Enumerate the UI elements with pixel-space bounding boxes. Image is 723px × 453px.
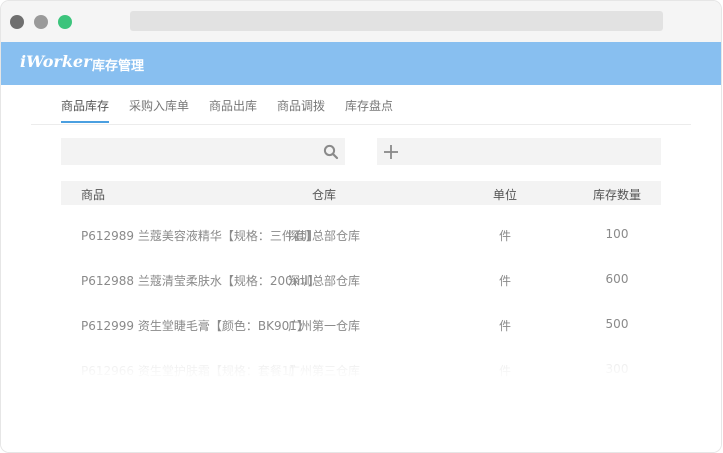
tab-stocktaking[interactable]: 库存盘点 xyxy=(345,97,393,114)
search-box xyxy=(61,138,345,165)
cell-quantity: 100 xyxy=(605,227,629,241)
window-maximize-dot[interactable] xyxy=(58,15,72,29)
tab-bar: 商品库存 采购入库单 商品出库 商品调拨 库存盘点 xyxy=(31,85,691,125)
column-header-product[interactable]: 商品 xyxy=(81,186,105,203)
cell-unit: 件 xyxy=(498,364,511,378)
add-item-button[interactable] xyxy=(377,138,661,165)
tab-product-transfer[interactable]: 商品调拨 xyxy=(277,97,325,114)
cell-warehouse: 深圳总部仓库 xyxy=(287,229,360,243)
cell-quantity: 600 xyxy=(605,272,629,286)
cell-quantity: 300 xyxy=(605,362,629,376)
cell-warehouse: 广州第三仓库 xyxy=(287,364,360,378)
page-title: 库存管理 xyxy=(92,59,145,74)
table-row[interactable]: P612966 资生堂护肤霜【规格：套餐1】 广州第三仓库 件 300 xyxy=(61,362,661,407)
search-input[interactable] xyxy=(61,138,331,165)
browser-window: iWorker 库存管理 商品库存 采购入库单 商品出库 商品调拨 库存盘点 商… xyxy=(1,1,721,452)
column-header-warehouse[interactable]: 仓库 xyxy=(284,186,364,203)
cell-unit: 件 xyxy=(498,274,511,288)
cell-quantity: 500 xyxy=(605,317,629,331)
tab-purchase-inbound[interactable]: 采购入库单 xyxy=(129,97,189,114)
table-header: 商品 仓库 单位 库存数量 xyxy=(61,181,661,205)
app-header: iWorker 库存管理 xyxy=(1,42,721,85)
plus-icon xyxy=(383,144,399,160)
cell-warehouse: 广州第一仓库 xyxy=(287,319,360,333)
table-row[interactable]: P612989 兰蔻美容液精华【规格：三件套】 深圳总部仓库 件 100 xyxy=(61,227,661,272)
table-row[interactable]: P612999 资生堂睫毛膏【颜色：BK901】 广州第一仓库 件 500 xyxy=(61,317,661,362)
active-tab-indicator xyxy=(61,121,109,123)
tab-product-outbound[interactable]: 商品出库 xyxy=(209,97,257,114)
column-header-quantity[interactable]: 库存数量 xyxy=(577,186,657,203)
window-minimize-dot[interactable] xyxy=(34,15,48,29)
cell-unit: 件 xyxy=(498,319,511,333)
cell-unit: 件 xyxy=(498,229,511,243)
browser-titlebar xyxy=(1,1,721,42)
tab-product-inventory[interactable]: 商品库存 xyxy=(61,97,109,114)
search-icon[interactable] xyxy=(323,144,339,160)
table-row[interactable]: P612988 兰蔻清莹柔肤水【规格：200ml】 深圳总部仓库 件 600 xyxy=(61,272,661,317)
cell-warehouse: 深圳总部仓库 xyxy=(287,274,360,288)
column-header-unit[interactable]: 单位 xyxy=(475,186,535,203)
brand-logo: iWorker xyxy=(20,52,92,71)
window-close-dot[interactable] xyxy=(10,15,24,29)
address-bar[interactable] xyxy=(130,11,663,31)
